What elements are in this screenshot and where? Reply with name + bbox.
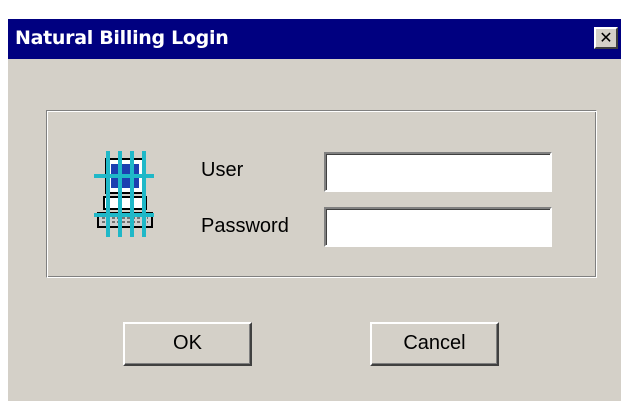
password-input[interactable] — [324, 207, 552, 247]
computer-grid-icon — [92, 151, 156, 242]
ok-button[interactable]: OK — [123, 322, 252, 366]
close-button[interactable]: ✕ — [594, 27, 618, 49]
cancel-button[interactable]: Cancel — [370, 322, 499, 366]
user-input[interactable] — [324, 152, 552, 192]
password-label: Password — [201, 215, 289, 237]
user-label: User — [201, 159, 244, 181]
title-bar[interactable]: Natural Billing Login ✕ — [8, 19, 621, 59]
login-dialog: Natural Billing Login ✕ User Password OK… — [8, 19, 621, 401]
window-title: Natural Billing Login — [15, 27, 229, 49]
close-icon: ✕ — [599, 28, 613, 47]
